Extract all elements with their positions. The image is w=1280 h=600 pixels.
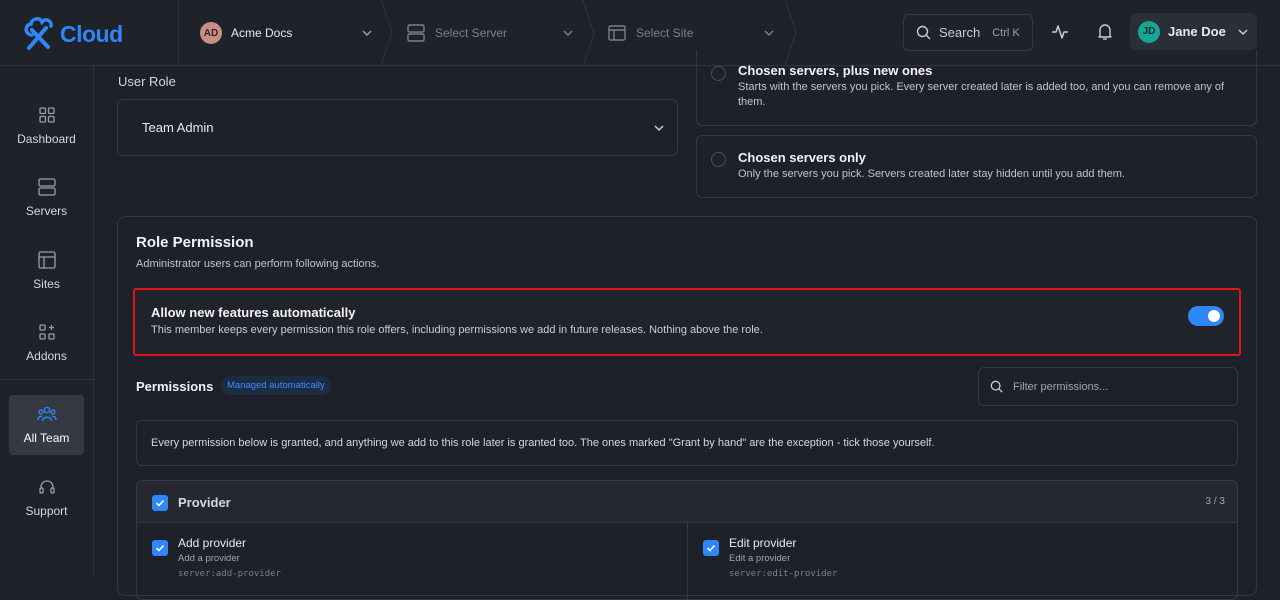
sidebar-item-sites[interactable]: Sites xyxy=(9,241,84,301)
user-name: Jane Doe xyxy=(1168,24,1226,39)
permissions-note: Every permission below is granted, and a… xyxy=(136,420,1238,466)
sidebar-divider xyxy=(0,379,94,380)
column-divider xyxy=(687,523,688,599)
chevron-down-icon xyxy=(1238,29,1248,36)
server-access-option-chosen-only[interactable]: Chosen servers only Only the servers you… xyxy=(696,135,1257,198)
auto-features-description: This member keeps every permission this … xyxy=(151,324,763,336)
sidebar-item-addons[interactable]: Addons xyxy=(9,313,84,373)
permission-group-provider: Provider 3 / 3 Add provider Add a provid… xyxy=(136,480,1238,600)
bell-icon[interactable] xyxy=(1096,22,1114,42)
workspace-selector[interactable]: AD Acme Docs xyxy=(200,0,380,66)
sidebar-item-label: Sites xyxy=(33,277,60,291)
permission-group-count: 3 / 3 xyxy=(1205,496,1225,507)
sidebar: Dashboard Servers Sites Addons All Team … xyxy=(0,66,94,577)
permission-title: Edit provider xyxy=(729,536,797,550)
server-placeholder: Select Server xyxy=(435,26,508,40)
sidebar-item-label: All Team xyxy=(23,431,70,445)
cloud-logo-icon xyxy=(24,17,53,50)
sidebar-item-label: Addons xyxy=(26,349,67,363)
search-icon xyxy=(990,380,1003,393)
user-role-label: User Role xyxy=(118,74,176,89)
radio-button[interactable] xyxy=(711,66,726,81)
workspace-name: Acme Docs xyxy=(231,26,293,40)
breadcrumb-divider xyxy=(582,0,595,66)
sidebar-item-servers[interactable]: Servers xyxy=(9,168,84,228)
headset-icon xyxy=(38,480,55,494)
managed-badge: Managed automatically xyxy=(221,376,331,395)
user-role-select[interactable]: Team Admin xyxy=(117,99,678,156)
permission-code: server:edit-provider xyxy=(729,569,838,579)
group-checkbox[interactable] xyxy=(152,495,168,511)
check-icon xyxy=(155,544,165,552)
role-permission-subtitle: Administrator users can perform followin… xyxy=(136,258,380,270)
filter-permissions-input[interactable] xyxy=(1013,380,1213,393)
cloud-logo[interactable]: Cloud xyxy=(22,13,132,53)
server-icon xyxy=(37,178,56,196)
sites-icon xyxy=(37,251,56,269)
dashboard-icon xyxy=(38,107,55,123)
search-button[interactable]: Search Ctrl K xyxy=(903,14,1033,51)
sidebar-item-all-team[interactable]: All Team xyxy=(9,395,84,455)
breadcrumb-divider xyxy=(380,0,393,66)
server-access-option-plus-new[interactable]: Chosen servers, plus new ones Starts wit… xyxy=(696,50,1257,126)
chevron-down-icon xyxy=(563,30,573,37)
user-role-value: Team Admin xyxy=(142,120,214,135)
user-menu[interactable]: JD Jane Doe xyxy=(1130,13,1257,50)
workspace-avatar: AD xyxy=(200,22,222,44)
radio-button[interactable] xyxy=(711,152,726,167)
permission-title: Add provider xyxy=(178,536,247,550)
check-icon xyxy=(155,499,165,507)
option-title: Chosen servers only xyxy=(738,150,866,165)
option-title: Chosen servers, plus new ones xyxy=(738,63,933,78)
chevron-down-icon xyxy=(764,30,774,37)
filter-permissions-field[interactable] xyxy=(978,367,1238,406)
sidebar-item-support[interactable]: Support xyxy=(9,468,84,528)
search-label: Search xyxy=(939,25,981,40)
user-avatar: JD xyxy=(1138,20,1160,43)
permission-description: Add a provider xyxy=(178,553,240,564)
permissions-title: Permissions xyxy=(136,379,214,394)
search-icon xyxy=(916,25,931,40)
search-shortcut: Ctrl K xyxy=(992,26,1020,39)
chevron-down-icon xyxy=(654,125,664,132)
team-icon xyxy=(36,406,57,422)
sidebar-item-dashboard[interactable]: Dashboard xyxy=(9,96,84,156)
chevron-down-icon xyxy=(362,30,372,37)
option-description: Starts with the servers you pick. Every … xyxy=(738,81,1225,108)
site-placeholder: Select Site xyxy=(636,26,694,40)
sidebar-item-label: Support xyxy=(25,504,68,518)
sites-icon xyxy=(608,25,626,41)
permission-code: server:add-provider xyxy=(178,569,281,579)
sidebar-item-label: Servers xyxy=(25,204,68,218)
sidebar-item-label: Dashboard xyxy=(17,132,76,146)
server-icon xyxy=(407,24,425,42)
toggle-knob xyxy=(1208,310,1220,322)
permission-checkbox[interactable] xyxy=(152,540,168,556)
addons-icon xyxy=(38,324,55,340)
server-selector[interactable]: Select Server xyxy=(406,0,581,66)
brand-name: Cloud xyxy=(60,21,123,47)
activity-icon[interactable] xyxy=(1051,22,1069,42)
permission-group-header[interactable]: Provider 3 / 3 xyxy=(137,481,1237,523)
auto-features-toggle[interactable] xyxy=(1188,306,1224,326)
permission-checkbox[interactable] xyxy=(703,540,719,556)
check-icon xyxy=(706,544,716,552)
permission-description: Edit a provider xyxy=(729,553,791,564)
permission-group-name: Provider xyxy=(178,495,231,510)
auto-features-box: Allow new features automatically This me… xyxy=(133,288,1241,356)
option-description: Only the servers you pick. Servers creat… xyxy=(738,168,1126,180)
role-permission-title: Role Permission xyxy=(136,234,254,251)
auto-features-title: Allow new features automatically xyxy=(151,305,356,320)
